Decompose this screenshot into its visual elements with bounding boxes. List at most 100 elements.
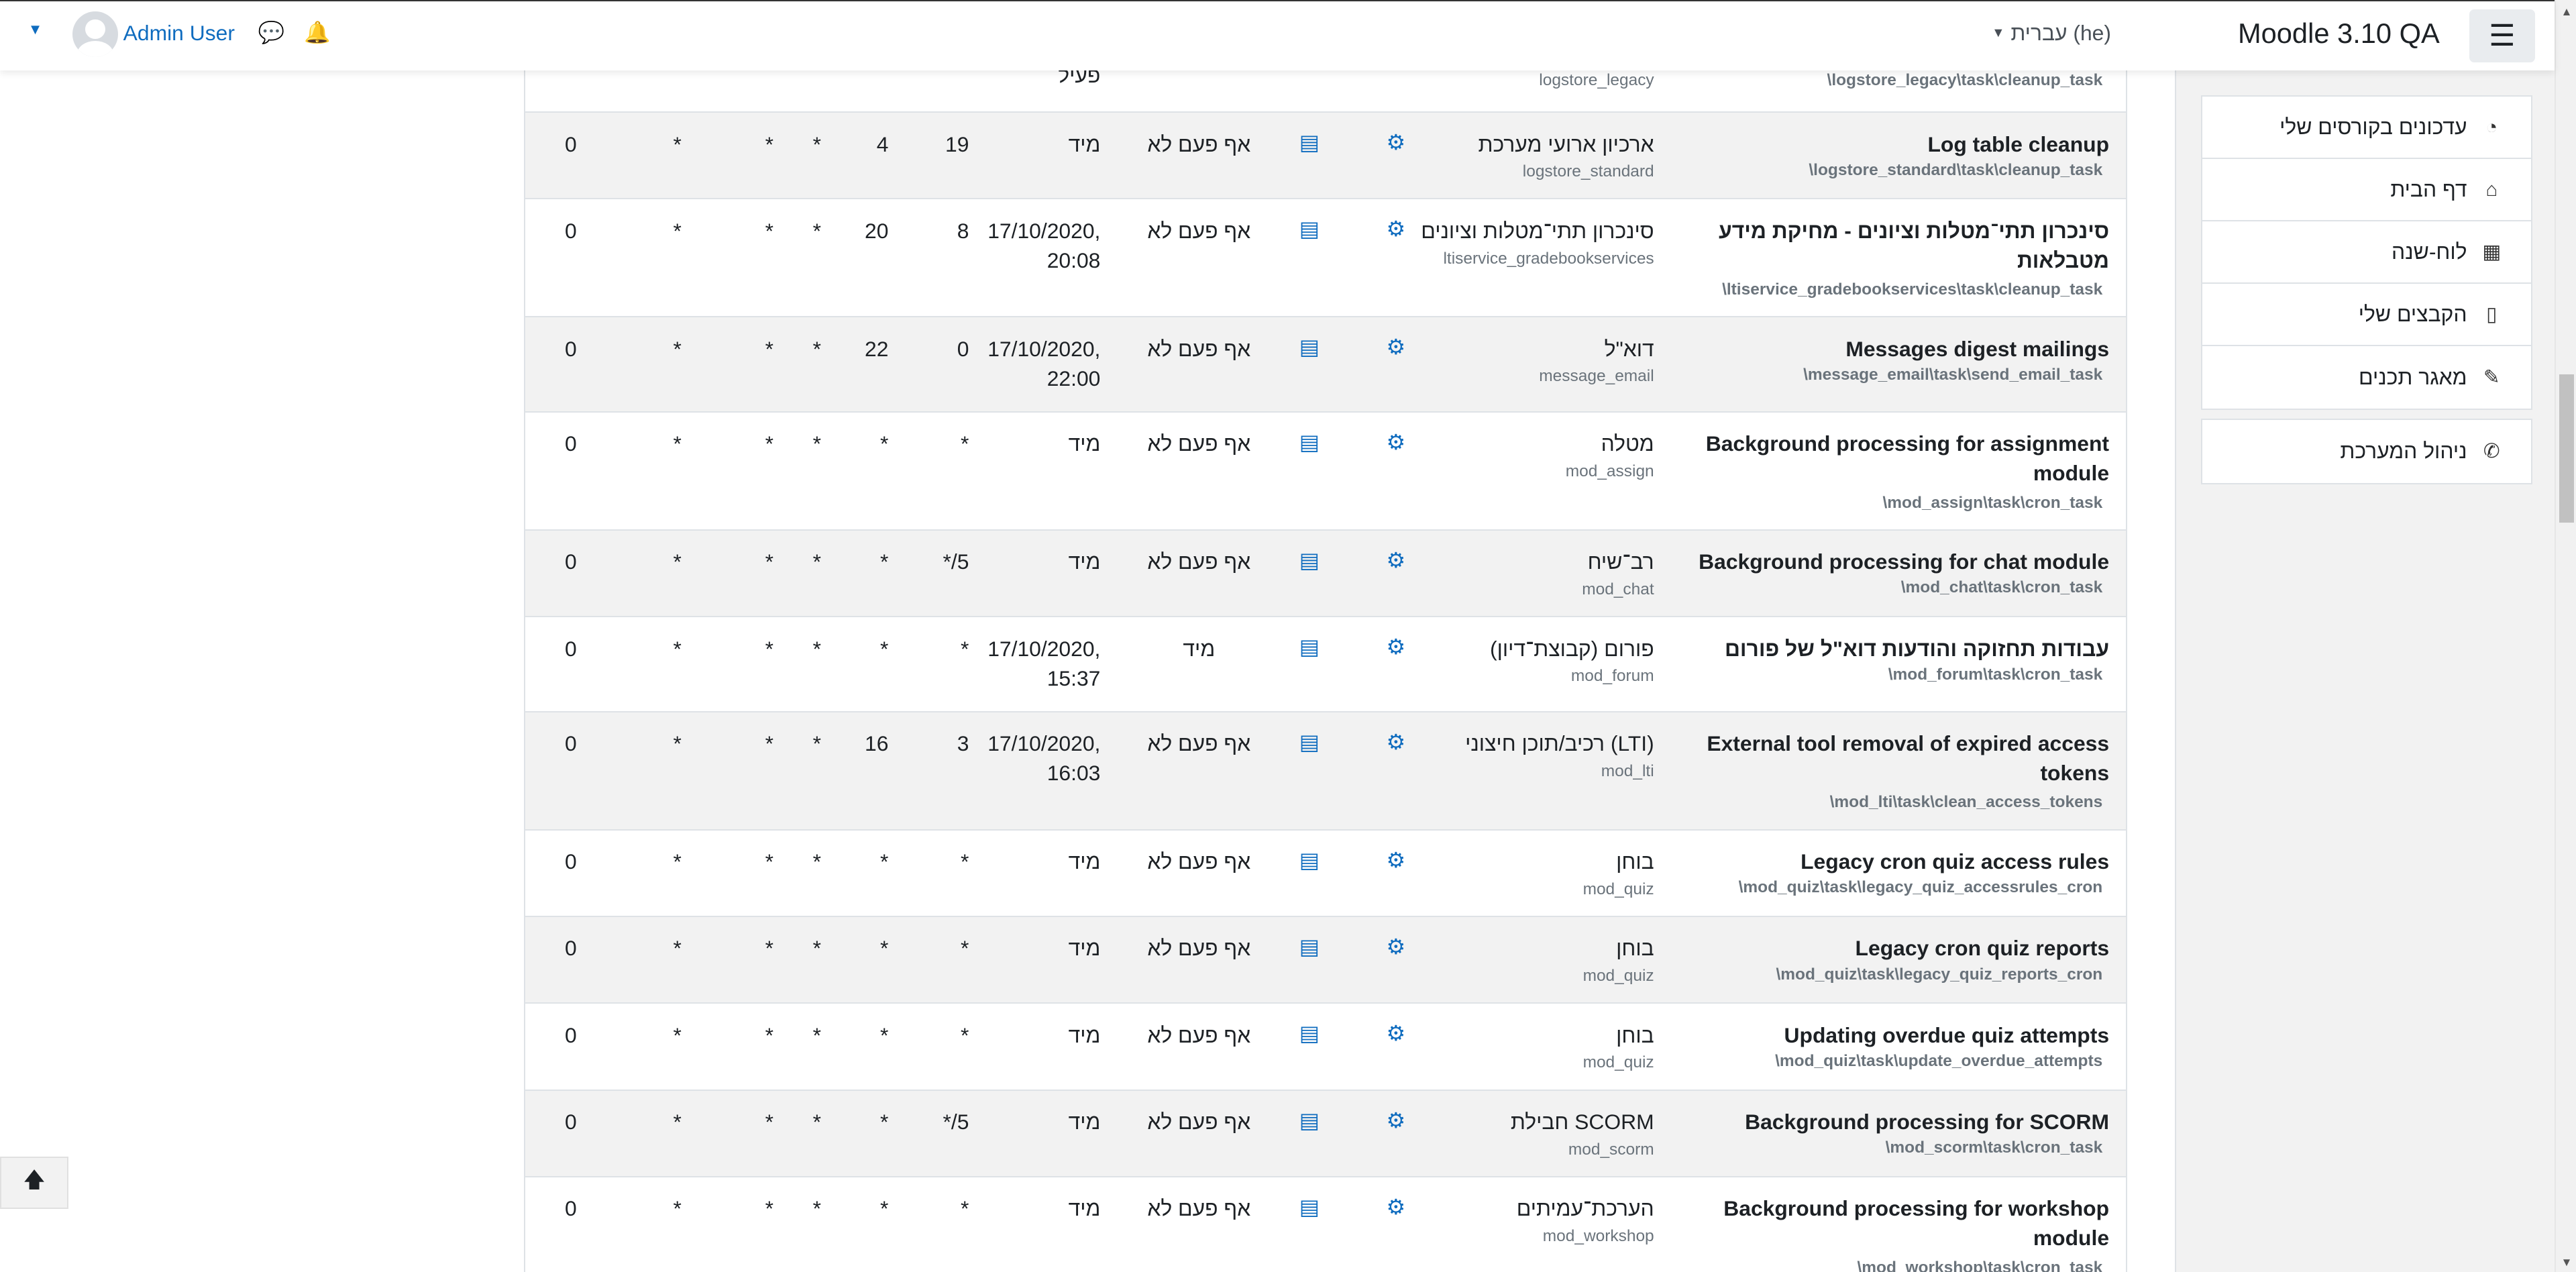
messages-icon[interactable]: 💬 [258,19,284,45]
day-value: * [812,1196,822,1221]
fail-delay: 0 [564,218,577,243]
next-run: מיד [972,847,1101,876]
month-value: * [673,1022,682,1047]
component-name: mod_assign [1565,462,1654,480]
user-name-link[interactable]: Admin User [123,21,235,46]
gear-icon[interactable]: ⚙ [1386,545,1405,575]
dayofweek-value: * [765,431,773,456]
log-file-icon[interactable]: ▤ [1299,545,1320,575]
log-file-icon[interactable]: ▤ [1299,1106,1320,1135]
site-name[interactable]: Moodle 3.10 QA [2238,17,2440,50]
gear-icon[interactable]: ⚙ [1386,1106,1405,1135]
fail-delay: 0 [564,336,577,361]
component-name: logstore_standard [1522,162,1654,181]
hour-value: * [880,936,889,961]
drawer-item[interactable]: עדכונים בקורסים שלי ◔ [2202,97,2531,160]
drawer-item[interactable]: דף הבית ⌂ [2202,159,2531,222]
scroll-up-icon[interactable]: ▲ [2561,5,2573,19]
next-run-date: 17/10/2020, [987,731,1101,756]
next-run: מיד [972,429,1101,458]
table-row: Background processing for SCORM \mod_scor… [525,1089,2126,1176]
minute-value: 3 [957,731,969,756]
day-value: * [812,1110,822,1134]
task-classname: \logstore_standard\task\cleanup_task [1809,160,2103,179]
log-file-icon[interactable]: ▤ [1299,427,1320,457]
scroll-thumb[interactable] [2559,374,2575,523]
fail-delay: 0 [564,1110,577,1134]
next-run-date: מיד [1068,936,1101,961]
avatar[interactable] [72,11,119,58]
back-to-top-button[interactable]: 🡅 [0,1157,68,1209]
hour-value: * [880,549,889,574]
next-run: 17/10/2020, 15:37 [972,634,1100,693]
task-name: Updating overdue quiz attempts [1784,1022,2110,1047]
gear-icon[interactable]: ⚙ [1386,932,1405,961]
last-run: אף פעם לא [1147,1110,1251,1134]
drawer-item[interactable]: מאגר תכנים ✎ [2202,346,2531,409]
last-run: אף פעם לא [1147,431,1251,456]
gear-icon[interactable]: ⚙ [1386,632,1405,661]
gear-icon[interactable]: ⚙ [1386,845,1405,875]
drawer-item[interactable]: ניהול המערכת ✆ [2202,420,2531,482]
gear-icon[interactable]: ⚙ [1386,727,1405,757]
drawer-item[interactable]: לוח-שנה ▦ [2202,221,2531,284]
dayofweek-value: * [765,131,773,156]
dayofweek-value: * [765,549,773,574]
component-name: message_email [1539,367,1654,386]
fail-delay: 0 [564,131,577,156]
hour-value: * [880,1196,889,1221]
fail-delay: 0 [564,431,577,456]
gear-icon[interactable]: ⚙ [1386,214,1405,244]
last-run: אף פעם לא [1147,218,1251,243]
log-file-icon[interactable]: ▤ [1299,127,1320,157]
task-classname: \mod_quiz\task\legacy_quiz_reports_cron [1776,965,2103,984]
fail-delay: 0 [564,849,577,874]
minute-value: * [961,1022,969,1047]
next-run: 17/10/2020, 22:00 [972,334,1100,393]
day-value: * [812,636,822,661]
dayofweek-value: * [765,336,773,361]
task-name: Legacy cron quiz access rules [1801,849,2110,874]
minute-value: 8 [957,218,969,243]
task-classname: \mod_forum\task\cron_task [1888,665,2103,684]
log-file-icon[interactable]: ▤ [1299,632,1320,661]
gear-icon[interactable]: ⚙ [1386,1018,1405,1048]
log-file-icon[interactable]: ▤ [1299,1192,1320,1222]
caret-down-icon: ▼ [1992,25,2005,41]
gear-icon[interactable]: ⚙ [1386,127,1405,157]
log-file-icon[interactable]: ▤ [1299,214,1320,244]
language-menu[interactable]: ▼ עברית (he) [1985,21,2111,46]
user-menu-caret-icon[interactable]: ▼ [28,21,43,38]
fail-delay: 0 [564,549,577,574]
hour-value: * [880,1022,889,1047]
scrollbar[interactable]: ▲ ▼ [2555,0,2576,1272]
day-value: * [812,549,822,574]
task-name: סינכרון תתי־מטלות וציונים - מחיקת מידע מ… [1719,218,2110,272]
scheduled-tasks-table: \logstore_legacy\task\cleanup_task logst… [524,0,2127,1272]
log-file-icon[interactable]: ▤ [1299,1018,1320,1048]
next-run-date: 17/10/2020, [987,336,1101,361]
next-run-time: 15:37 [1046,666,1101,690]
drawer-item[interactable]: הקבצים שלי ▯ [2202,284,2531,347]
fail-delay: 0 [564,1196,577,1221]
wrench-icon: ✆ [2483,440,2500,463]
day-value: * [812,731,822,756]
log-file-icon[interactable]: ▤ [1299,932,1320,961]
log-file-icon[interactable]: ▤ [1299,332,1320,362]
gear-icon[interactable]: ⚙ [1386,1192,1405,1222]
bell-icon[interactable]: 🔔 [304,19,331,45]
drawer-item-label: לוח-שנה [2392,240,2467,264]
next-run-date: 17/10/2020, [987,636,1101,661]
month-value: * [673,849,682,874]
gear-icon[interactable]: ⚙ [1386,427,1405,457]
gear-icon[interactable]: ⚙ [1386,332,1405,362]
last-run: אף פעם לא [1147,336,1251,361]
month-value: * [673,431,682,456]
log-file-icon[interactable]: ▤ [1299,727,1320,757]
scroll-down-icon[interactable]: ▼ [2561,1255,2573,1269]
log-file-icon[interactable]: ▤ [1299,845,1320,875]
hour-value: 16 [865,731,889,756]
drawer-item-label: ניהול המערכת [2340,439,2467,464]
menu-toggle-button[interactable]: ☰ [2469,9,2535,62]
minute-value: * [961,1196,969,1221]
